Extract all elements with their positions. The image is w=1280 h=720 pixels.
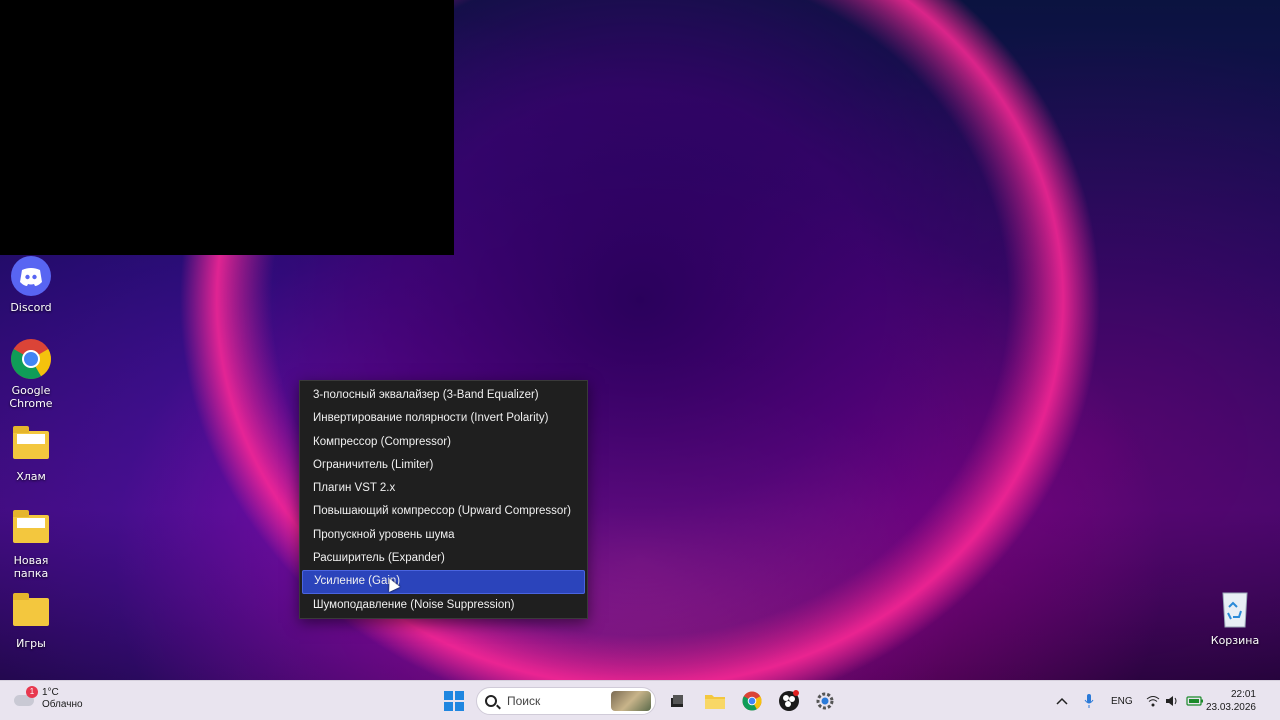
- desktop-icon-label: Корзина: [1210, 634, 1260, 647]
- menu-item[interactable]: Компрессор (Compressor): [302, 431, 585, 454]
- cloud-icon: 1: [14, 686, 38, 710]
- tray-chevron-up-icon[interactable]: [1056, 681, 1068, 720]
- menu-item-selected[interactable]: Усиление (Gain): [302, 570, 585, 594]
- clock-date: 23.03.2026: [1205, 702, 1256, 713]
- clock-time: 22:01: [1230, 689, 1256, 700]
- taskbar-search[interactable]: Поиск: [476, 687, 656, 715]
- menu-item[interactable]: Инвертирование полярности (Invert Polari…: [302, 407, 585, 430]
- desktop-icon-label: Новая папка: [13, 554, 49, 580]
- desktop-icon-folder-hlam[interactable]: Хлам: [0, 424, 62, 483]
- black-window[interactable]: [0, 0, 454, 255]
- desktop-icon-label: Игры: [16, 637, 46, 650]
- discord-icon: [10, 255, 52, 297]
- desktop-icon-folder-new[interactable]: Новая папка: [0, 508, 62, 580]
- chrome-icon: [10, 338, 52, 380]
- taskbar-clock[interactable]: 22:01 23.03.2026: [1206, 688, 1256, 714]
- desktop-icon-chrome[interactable]: Google Chrome: [0, 338, 62, 410]
- menu-item[interactable]: 3-полосный эквалайзер (3-Band Equalizer): [302, 384, 585, 407]
- menu-item[interactable]: Пропускной уровень шума: [302, 524, 585, 547]
- desktop-icon-label: Хлам: [16, 470, 46, 483]
- windows-start-icon[interactable]: [444, 691, 464, 711]
- search-icon: [485, 695, 497, 707]
- file-explorer-icon[interactable]: [703, 689, 727, 713]
- weather-widget[interactable]: 1 1°C Облачно: [14, 686, 83, 711]
- search-highlight-image: [611, 691, 651, 711]
- menu-item[interactable]: Расширитель (Expander): [302, 547, 585, 570]
- desktop-icon-label: Discord: [10, 301, 52, 314]
- desktop-icon-folder-games[interactable]: Игры: [0, 591, 62, 650]
- app-icon[interactable]: [665, 689, 689, 713]
- weather-condition: Облачно: [42, 699, 83, 710]
- desktop-icon-label: Google Chrome: [9, 384, 53, 410]
- chrome-icon[interactable]: [740, 689, 764, 713]
- weather-temp: 1°C: [42, 687, 59, 698]
- desktop-icon-recycle-bin[interactable]: Корзина: [1204, 588, 1266, 647]
- taskbar: 1 1°C Облачно Поиск ENG 22:01 23.03.2026: [0, 680, 1280, 720]
- volume-icon[interactable]: [1165, 681, 1179, 720]
- settings-gear-icon[interactable]: [813, 689, 837, 713]
- folder-icon: [10, 508, 52, 550]
- menu-item[interactable]: Ограничитель (Limiter): [302, 454, 585, 477]
- search-placeholder: Поиск: [507, 694, 541, 708]
- menu-item[interactable]: Повышающий компрессор (Upward Compressor…: [302, 500, 585, 523]
- context-menu: 3-полосный эквалайзер (3-Band Equalizer)…: [299, 380, 588, 619]
- folder-icon: [10, 424, 52, 466]
- recycle-bin-icon: [1214, 588, 1256, 630]
- desktop-icon-discord[interactable]: Discord: [0, 255, 62, 314]
- microphone-icon[interactable]: [1084, 681, 1094, 720]
- notification-badge: 1: [26, 686, 38, 698]
- language-indicator[interactable]: ENG: [1111, 681, 1133, 720]
- wifi-icon[interactable]: [1146, 681, 1160, 720]
- battery-icon[interactable]: [1186, 681, 1204, 720]
- menu-item[interactable]: Шумоподавление (Noise Suppression): [302, 594, 585, 617]
- obs-icon[interactable]: [777, 689, 801, 713]
- folder-icon: [10, 591, 52, 633]
- menu-item[interactable]: Плагин VST 2.x: [302, 477, 585, 500]
